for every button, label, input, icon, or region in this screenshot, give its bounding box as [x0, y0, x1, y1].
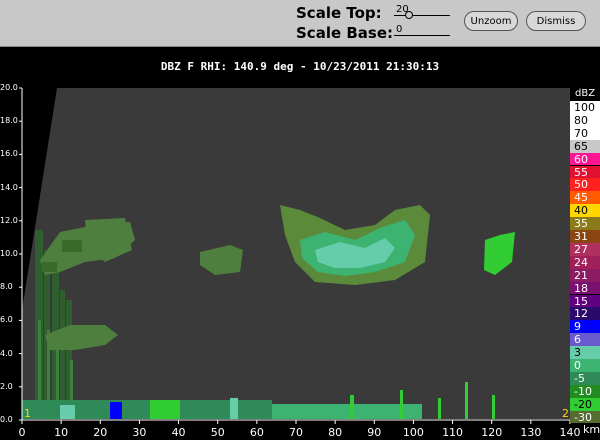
legend-label: -10 [574, 384, 592, 398]
legend-label: -20 [574, 397, 592, 411]
legend-entry: 31 [570, 230, 600, 243]
x-tick-label: 10 [54, 426, 69, 439]
legend-label: 3 [574, 346, 581, 360]
rhi-plot[interactable]: 1 2 [0, 0, 600, 440]
legend-entry: 9 [570, 320, 600, 333]
x-axis-unit: km [583, 423, 600, 436]
legend-entry: 100 [570, 101, 600, 114]
legend-entry: 21 [570, 268, 600, 282]
legend-label: 12 [574, 307, 588, 321]
y-tick-label: 8.0 [0, 282, 13, 292]
legend-label: 0 [574, 359, 581, 372]
legend-entry: 6 [570, 333, 600, 346]
legend-label: 21 [574, 268, 588, 282]
corner-marker-left: 1 [24, 407, 31, 420]
y-tick-label: 0.0 [0, 415, 13, 424]
legend-label: -30 [574, 410, 592, 424]
x-tick-label: 90 [367, 426, 382, 439]
legend-entry: 65 [570, 139, 600, 153]
legend-entry: 45 [570, 191, 600, 204]
legend-label: 40 [574, 204, 588, 218]
legend-entry: 3 [570, 346, 600, 359]
y-tick-label: 20.0 [0, 83, 18, 92]
legend-entry: -30 [570, 410, 600, 424]
legend-entry: -20 [570, 397, 600, 411]
legend-label: 27 [574, 242, 588, 256]
legend-label: 31 [574, 230, 588, 243]
legend-entry: -10 [570, 384, 600, 398]
legend-entry: 12 [570, 307, 600, 320]
x-tick-label: 60 [249, 426, 264, 439]
legend-entry: 40 [570, 204, 600, 217]
x-tick-marks [21, 420, 571, 424]
legend-entry: 50 [570, 178, 600, 191]
legend-entry: 24 [570, 255, 600, 269]
legend-entry: 18 [570, 281, 600, 295]
x-tick-label: 50 [210, 426, 225, 439]
y-tick-label: 2.0 [0, 381, 13, 391]
legend-entry: 80 [570, 113, 600, 127]
x-tick-label: 20 [93, 426, 108, 439]
x-tick-label: 110 [442, 426, 464, 439]
legend-label: 50 [574, 178, 588, 192]
legend-title: dBZ [575, 88, 596, 99]
y-tick-label: 14.0 [0, 182, 18, 192]
legend-label: 45 [574, 191, 588, 205]
legend-label: -5 [574, 371, 585, 385]
y-tick-label: 10.0 [0, 249, 18, 258]
legend-entry: 27 [570, 242, 600, 256]
x-tick-label: 70 [289, 426, 303, 439]
legend-label: 55 [574, 165, 588, 179]
legend-label: 24 [574, 255, 588, 269]
corner-marker-right: 2 [562, 407, 569, 420]
y-tick-label: 16.0 [0, 149, 18, 159]
legend-entry: 60 [570, 152, 600, 166]
y-tick-label: 4.0 [0, 348, 13, 358]
legend-label: 70 [574, 126, 588, 140]
legend-label: 15 [574, 294, 588, 308]
x-tick-label: 120 [481, 426, 503, 439]
y-tick-label: 18.0 [0, 116, 18, 126]
legend-label: 9 [574, 320, 581, 334]
legend-label: 80 [574, 113, 588, 127]
x-tick-label: 40 [171, 426, 186, 439]
legend-label: 18 [574, 281, 588, 295]
x-tick-label: 130 [520, 426, 542, 439]
legend-entry: -5 [570, 371, 600, 385]
y-tick-label: 6.0 [0, 315, 13, 325]
legend-entry: 0 [570, 359, 600, 372]
legend-label: 65 [574, 139, 588, 153]
legend-entry: 55 [570, 165, 600, 179]
legend-label: 100 [574, 101, 595, 114]
legend-entry: 35 [570, 217, 600, 230]
legend-label: 60 [574, 152, 588, 166]
legend-entry: 70 [570, 126, 600, 140]
x-tick-label: 140 [559, 426, 581, 439]
legend-entry: 15 [570, 294, 600, 308]
x-tick-label: 30 [132, 426, 147, 439]
x-tick-label: 0 [18, 426, 26, 439]
legend-label: 6 [574, 333, 581, 347]
y-tick-label: 12.0 [0, 215, 18, 225]
legend-label: 35 [574, 217, 588, 231]
x-tick-label: 100 [402, 426, 424, 439]
x-tick-label: 80 [328, 426, 343, 439]
